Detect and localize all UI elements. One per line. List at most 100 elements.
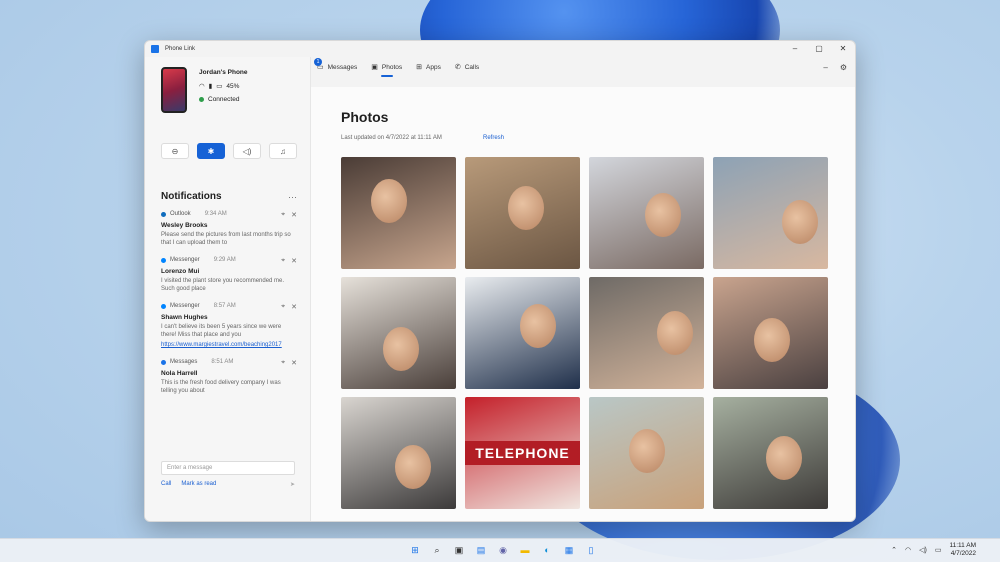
bluetooth-icon: ✱	[207, 146, 215, 156]
volume-tray-icon[interactable]: ◁)	[919, 546, 927, 554]
notification-item[interactable]: Messenger 9:29 AM ⌖ ✕ Lorenzo Mui I visi…	[161, 257, 297, 293]
minimize-button[interactable]: –	[789, 44, 801, 53]
chevron-up-icon[interactable]: ⌃	[891, 546, 897, 554]
notification-actions: ⌖ ✕	[281, 211, 297, 219]
chat-icon[interactable]: ◉	[496, 543, 510, 557]
widgets-icon[interactable]: ▤	[474, 543, 488, 557]
device-name: Jordan's Phone	[199, 69, 248, 76]
pin-icon[interactable]: ⌖	[281, 303, 285, 311]
photo-thumbnail[interactable]	[713, 397, 828, 509]
notification-body: I can't believe its been 5 years since w…	[161, 324, 282, 338]
dismiss-icon[interactable]: ✕	[291, 211, 297, 219]
message-input[interactable]: Enter a message	[161, 461, 295, 475]
start-icon[interactable]: ⊞	[408, 543, 422, 557]
dismiss-icon[interactable]: ✕	[291, 257, 297, 265]
photo-thumbnail[interactable]	[589, 397, 704, 509]
tab-photos[interactable]: ▣ Photos	[371, 63, 403, 77]
search-icon[interactable]: ⌕	[430, 543, 444, 557]
tab-label: Photos	[381, 63, 403, 71]
photo-subject	[754, 318, 790, 362]
photo-thumbnail[interactable]	[341, 157, 456, 269]
phone-link-icon[interactable]: ▯	[584, 543, 598, 557]
notification-actions: ⌖ ✕	[281, 359, 297, 367]
taskbar-icons: ⊞ ⌕ ▣ ▤ ◉ ▬ ◐ ▦ ▯	[408, 543, 598, 557]
store-icon[interactable]: ▦	[562, 543, 576, 557]
photo-subject	[782, 200, 818, 244]
photo-thumbnail[interactable]	[589, 277, 704, 389]
notification-time: 8:57 AM	[213, 303, 236, 309]
photo-thumbnail[interactable]	[713, 157, 828, 269]
app-icon	[161, 211, 166, 217]
notification-header: Messages 8:51 AM	[161, 359, 297, 365]
dismiss-icon[interactable]: ✕	[291, 359, 297, 367]
minus-circle-button[interactable]: ⊖	[161, 143, 189, 159]
speaker-button[interactable]: ◁)	[233, 143, 261, 159]
minus-circle-icon: ⊖	[171, 146, 179, 156]
more-menu-icon[interactable]: –	[823, 63, 827, 72]
connection-label: Connected	[208, 96, 240, 103]
notification-item[interactable]: Outlook 9:34 AM ⌖ ✕ Wesley Brooks Please…	[161, 211, 297, 247]
clock[interactable]: 11:11 AM 4/7/2022	[950, 542, 977, 558]
app-icon	[161, 303, 166, 309]
wifi-icon: ◠	[199, 83, 205, 90]
notification-link[interactable]: https://www.margiestravel.com/beaching20…	[161, 341, 297, 349]
send-icon[interactable]: ➤	[290, 481, 295, 488]
mark-as-read-link[interactable]: Mark as read	[181, 481, 216, 488]
notification-item[interactable]: Messenger 8:57 AM ⌖ ✕ Shawn Hughes I can…	[161, 303, 297, 349]
notification-app: Outlook	[170, 211, 191, 217]
notification-time: 9:29 AM	[213, 257, 236, 263]
photo-thumbnail[interactable]	[713, 277, 828, 389]
pin-icon[interactable]: ⌖	[281, 257, 285, 265]
notification-actions: ⌖ ✕	[281, 303, 297, 311]
refresh-link[interactable]: Refresh	[483, 135, 504, 141]
photo-thumbnail[interactable]	[465, 277, 580, 389]
window-controls: – ▢ ✕	[789, 44, 849, 53]
notification-sender: Nola Harrell	[161, 370, 198, 377]
message-actions: Call Mark as read ➤	[161, 481, 295, 488]
window-title: Phone Link	[165, 46, 196, 52]
tab-calls[interactable]: ✆ Calls	[455, 63, 479, 75]
photo-thumbnail[interactable]: TELEPHONE	[465, 397, 580, 509]
pin-icon[interactable]: ⌖	[281, 359, 285, 367]
notification-app: Messages	[170, 359, 198, 365]
pin-icon[interactable]: ⌖	[281, 211, 285, 219]
tab-messages[interactable]: 1 ▭ Messages	[314, 58, 357, 75]
close-button[interactable]: ✕	[837, 44, 849, 53]
battery-icon: ▭	[216, 83, 223, 90]
more-options-icon[interactable]: ···	[288, 192, 297, 202]
photo-grid: TELEPHONE	[341, 157, 828, 509]
signal-icon: ▮	[208, 83, 213, 90]
notification-header: Outlook 9:34 AM	[161, 211, 297, 217]
connection-status: Connected	[199, 96, 248, 103]
bluetooth-button[interactable]: ✱	[197, 143, 225, 159]
notification-item[interactable]: Messages 8:51 AM ⌖ ✕ Nola Harrell This i…	[161, 359, 297, 395]
notification-body: This is the fresh food delivery company …	[161, 380, 281, 394]
notification-actions: ⌖ ✕	[281, 257, 297, 265]
notification-header: Messenger 9:29 AM	[161, 257, 297, 263]
photo-thumbnail[interactable]	[465, 157, 580, 269]
taskbar: ⊞ ⌕ ▣ ▤ ◉ ▬ ◐ ▦ ▯ ⌃ ◠ ◁) ▭ 11:11 AM 4/7/2022	[0, 538, 1000, 562]
file-explorer-icon[interactable]: ▬	[518, 543, 532, 557]
page-title: Photos	[341, 109, 389, 125]
music-note-button[interactable]: ♫	[269, 143, 297, 159]
dismiss-icon[interactable]: ✕	[291, 303, 297, 311]
maximize-button[interactable]: ▢	[813, 44, 825, 53]
tab-apps[interactable]: ⊞ Apps	[416, 63, 441, 75]
battery-tray-icon[interactable]: ▭	[935, 546, 942, 554]
photo-thumbnail[interactable]	[341, 397, 456, 509]
top-tabs: 1 ▭ Messages ▣ Photos ⊞ Apps ✆ Calls	[314, 58, 479, 77]
notification-header: Messenger 8:57 AM	[161, 303, 297, 309]
photo-thumbnail[interactable]	[341, 277, 456, 389]
system-tray: ⌃ ◠ ◁) ▭ 11:11 AM 4/7/2022	[891, 542, 976, 558]
edge-icon[interactable]: ◐	[540, 543, 554, 557]
settings-gear-icon[interactable]: ⚙	[840, 63, 847, 72]
call-link[interactable]: Call	[161, 481, 171, 488]
device-card[interactable]: Jordan's Phone ◠ ▮ ▭ 45% Connected	[161, 67, 248, 113]
clock-date: 4/7/2022	[950, 550, 976, 557]
wifi-tray-icon[interactable]: ◠	[905, 546, 911, 554]
photo-sign-text: TELEPHONE	[465, 441, 580, 465]
clock-time: 11:11 AM	[949, 542, 977, 549]
photo-thumbnail[interactable]	[589, 157, 704, 269]
app-icon	[161, 359, 166, 365]
task-view-icon[interactable]: ▣	[452, 543, 466, 557]
